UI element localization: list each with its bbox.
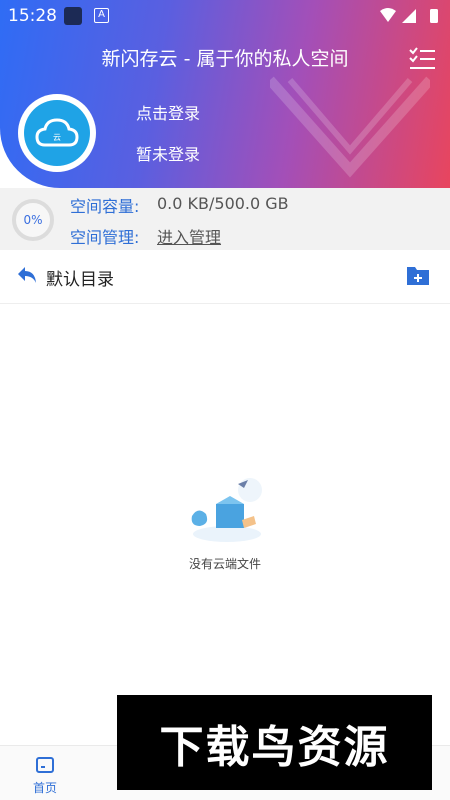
watermark-banner: 下载鸟资源 <box>117 695 432 790</box>
avatar[interactable]: 云 <box>18 94 96 172</box>
system-status-icons <box>380 8 438 23</box>
svg-text:云: 云 <box>53 133 61 142</box>
login-status: 暂未登录 <box>136 145 201 164</box>
enter-management-link[interactable]: 进入管理 <box>157 224 221 248</box>
app-title: 新闪存云 - 属于你的私人空间 <box>101 48 349 70</box>
usage-percent: 0% <box>23 213 43 227</box>
current-folder-name: 默认目录 <box>46 270 114 290</box>
decorative-chevron-icon <box>270 76 430 178</box>
management-label: 空间管理: <box>70 228 140 247</box>
empty-state-text: 没有云端文件 <box>188 557 261 571</box>
usage-ring: 0% <box>12 199 54 241</box>
status-bar: 15:28 A <box>0 0 450 32</box>
status-time: 15:28 <box>8 6 57 26</box>
capacity-label: 空间容量: <box>70 197 140 216</box>
home-icon <box>36 757 54 773</box>
cloud-icon: 云 <box>24 100 90 166</box>
empty-box-illustration-icon <box>191 478 262 542</box>
back-arrow-icon[interactable] <box>16 265 38 285</box>
notification-icon <box>64 7 82 25</box>
nav-home[interactable]: 首页 <box>10 755 80 796</box>
new-folder-icon[interactable] <box>406 264 430 286</box>
login-link[interactable]: 点击登录 <box>136 100 200 124</box>
app-notification-icon: A <box>94 8 109 23</box>
watermark-text: 下载鸟资源 <box>159 721 390 773</box>
nav-home-label: 首页 <box>32 781 57 795</box>
checklist-menu-icon[interactable] <box>408 46 436 72</box>
capacity-value: 0.0 KB/500.0 GB <box>157 194 289 213</box>
